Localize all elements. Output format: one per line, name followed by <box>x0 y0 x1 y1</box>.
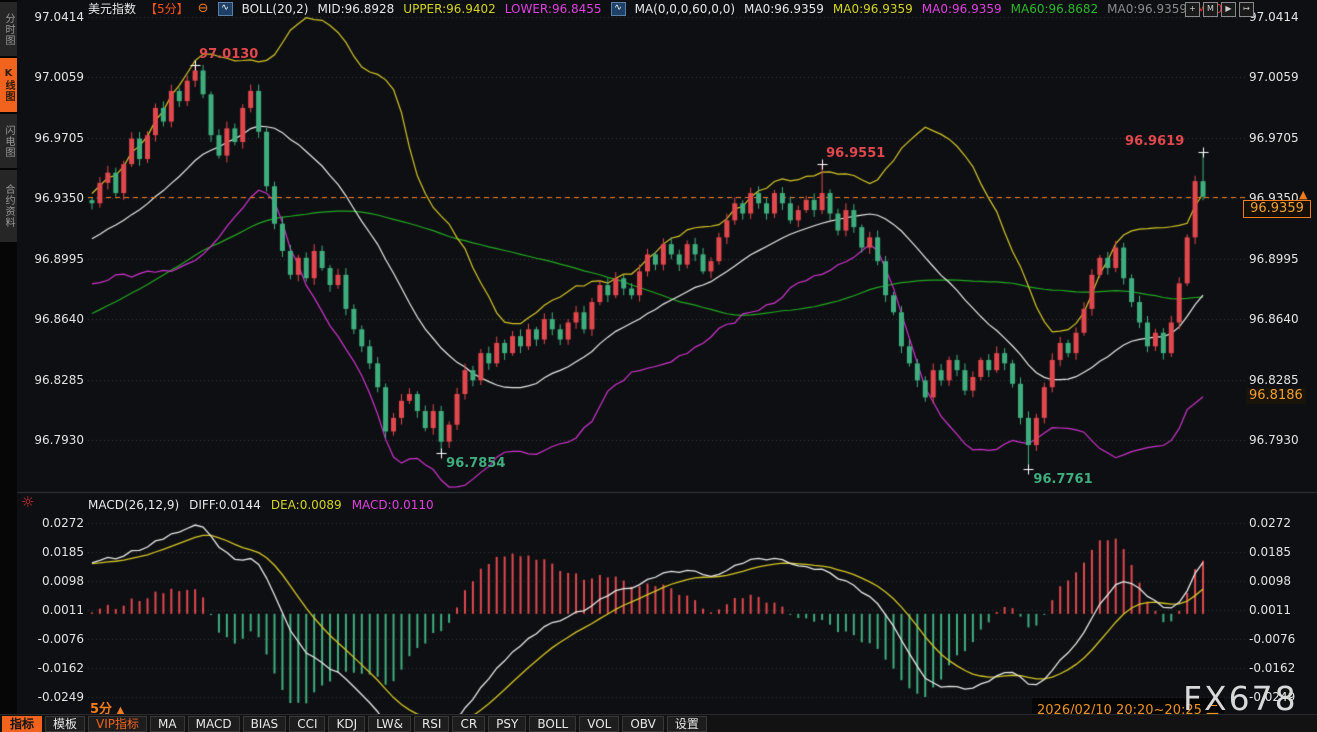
pan-right-icon[interactable]: ↦ <box>1239 2 1254 17</box>
tab-vip-indicators[interactable]: VIP指标 <box>88 716 147 732</box>
sidebar-item-label: K线图 <box>3 68 14 102</box>
price-annotation: 96.7854 <box>446 457 505 471</box>
reference-price-badge: 96.8186 <box>1246 388 1306 404</box>
header-segment: MA0:96.9359 <box>833 1 913 17</box>
tab-settings[interactable]: 设置 <box>667 716 707 732</box>
minus-circle-icon: ⊖ <box>198 1 209 17</box>
chart-application: 97.0414 97.0414 97.0059 97.0059 96.9705 96.97… <box>0 0 1317 732</box>
indicator-header: 美元指数【5分】 ⊖ ∿ BOLL(20,2) MID:96.8928 UPPER:96.… <box>88 1 1222 17</box>
macd-axis-label: -0.0162 <box>24 661 84 675</box>
macd-axis-label: -0.0076 <box>24 632 84 646</box>
chart-type-sidebar: 分时图 K线图 闪电图 合约资料 <box>0 0 17 732</box>
current-price-badge: 96.9359 <box>1243 200 1311 218</box>
ma-indicator-icon: ∿ <box>611 2 626 16</box>
price-axis-label: 96.8640 <box>1249 312 1299 326</box>
price-annotation: 96.9551 <box>826 147 885 161</box>
current-price-value: 96.9359 <box>1250 201 1304 216</box>
tab-bias[interactable]: BIAS <box>243 716 287 732</box>
tab-macd[interactable]: MACD <box>188 716 240 732</box>
chart-overlays: 97.0414 97.0414 97.0059 97.0059 96.9705 96.97… <box>0 0 1317 732</box>
header-segment: 美元指数 <box>88 1 136 17</box>
macd-header: MACD(26,12,9) DIFF:0.0144 DEA:0.0089 MACD:0… <box>88 497 434 512</box>
price-annotation: 96.7761 <box>1033 473 1092 487</box>
macd-axis-label: 0.0185 <box>1249 545 1291 559</box>
sidebar-item-kline-chart[interactable]: K线图 <box>0 58 17 112</box>
price-axis-label: 96.9350 <box>24 191 84 205</box>
macd-axis-label: 0.0098 <box>24 574 84 588</box>
tab-psy[interactable]: PSY <box>488 716 526 732</box>
reference-price-value: 96.8186 <box>1249 388 1303 403</box>
price-axis-label: 97.0414 <box>24 10 84 24</box>
macd-axis-label: -0.0162 <box>1249 661 1295 675</box>
price-axis-label: 97.0059 <box>24 70 84 84</box>
boll-indicator-icon: ∿ <box>218 2 233 16</box>
price-axis-label: 96.7930 <box>1249 433 1299 447</box>
macd-axis-label: 0.0011 <box>24 603 84 617</box>
sidebar-item-label: 合约资料 <box>3 184 14 228</box>
price-axis-label: 96.9705 <box>1249 131 1299 145</box>
macd-header-segment: DIFF:0.0144 <box>189 497 261 513</box>
macd-axis-label: 0.0272 <box>1249 516 1291 530</box>
price-up-arrow-icon: ▲ <box>1299 188 1307 201</box>
tab-vol[interactable]: VOL <box>579 716 619 732</box>
price-axis-label: 96.8995 <box>1249 252 1299 266</box>
macd-axis-label: 0.0185 <box>24 545 84 559</box>
header-segment: BOLL(20,2) <box>242 1 309 17</box>
window-controls: +M▶↦ <box>1185 2 1254 17</box>
tab-cci[interactable]: CCI <box>289 716 325 732</box>
sidebar-item-label: 闪电图 <box>3 125 14 158</box>
tab-ma[interactable]: MA <box>150 716 185 732</box>
price-annotation: 96.9619 <box>1125 135 1184 149</box>
tab-kdj[interactable]: KDJ <box>328 716 365 732</box>
price-axis-label: 96.8285 <box>24 373 84 387</box>
header-segment: UPPER:96.9402 <box>403 1 495 17</box>
price-axis-label: 96.7930 <box>24 433 84 447</box>
header-segment: MA60:96.8682 <box>1011 1 1099 17</box>
macd-axis-label: 0.0011 <box>1249 603 1291 617</box>
macd-axis-label: -0.0076 <box>1249 632 1295 646</box>
tab-rsi[interactable]: RSI <box>414 716 450 732</box>
macd-header-segment: MACD(26,12,9) <box>88 497 179 513</box>
macd-header-segment: DEA:0.0089 <box>271 497 342 513</box>
price-axis-label: 96.8640 <box>24 312 84 326</box>
tab-boll[interactable]: BOLL <box>529 716 576 732</box>
macd-axis-label: 0.0098 <box>1249 574 1291 588</box>
price-axis-label: 97.0414 <box>1249 10 1299 24</box>
macd-header-segment: MACD:0.0110 <box>352 497 434 513</box>
header-segment: MA0:96.9359 <box>922 1 1002 17</box>
macd-axis-label: -0.0249 <box>24 690 84 704</box>
crosshair-icon[interactable]: + <box>1185 2 1200 17</box>
macd-axis-label: 0.0272 <box>24 516 84 530</box>
header-segment: MA0:96.9359 <box>1107 1 1187 17</box>
brand-watermark: FX678 <box>1183 679 1298 718</box>
price-axis-label: 96.9705 <box>24 131 84 145</box>
tab-obv[interactable]: OBV <box>622 716 664 732</box>
header-segment: LOWER:96.8455 <box>505 1 602 17</box>
header-segment: MID:96.8928 <box>317 1 394 17</box>
sidebar-item-time-chart[interactable]: 分时图 <box>0 2 17 56</box>
tab-indicators[interactable]: 指标 <box>2 716 42 732</box>
header-segment: MA(0,0,0,60,0,0) <box>635 1 735 17</box>
tab-cr[interactable]: CR <box>452 716 485 732</box>
price-axis-label: 96.8995 <box>24 252 84 266</box>
tab-lw[interactable]: LW& <box>368 716 411 732</box>
indicator-tabbar: 指标模板VIP指标MAMACDBIASCCIKDJLW&RSICRPSYBOLL… <box>0 714 1317 732</box>
header-segment: MA0:96.9359 <box>744 1 824 17</box>
price-annotation: 97.0130 <box>199 48 258 62</box>
sidebar-item-contract-info[interactable]: 合约资料 <box>0 170 17 242</box>
tab-templates[interactable]: 模板 <box>45 716 85 732</box>
axis-scale-icon[interactable]: M <box>1203 2 1218 17</box>
sidebar-item-label: 分时图 <box>3 13 14 46</box>
sidebar-item-flash-chart[interactable]: 闪电图 <box>0 114 17 168</box>
price-axis-label: 97.0059 <box>1249 70 1299 84</box>
indicator-sun-icon[interactable]: ☼ <box>21 495 34 510</box>
header-segment: 【5分】 <box>145 1 189 17</box>
price-axis-label: 96.8285 <box>1249 373 1299 387</box>
play-chart-icon[interactable]: ▶ <box>1221 2 1236 17</box>
